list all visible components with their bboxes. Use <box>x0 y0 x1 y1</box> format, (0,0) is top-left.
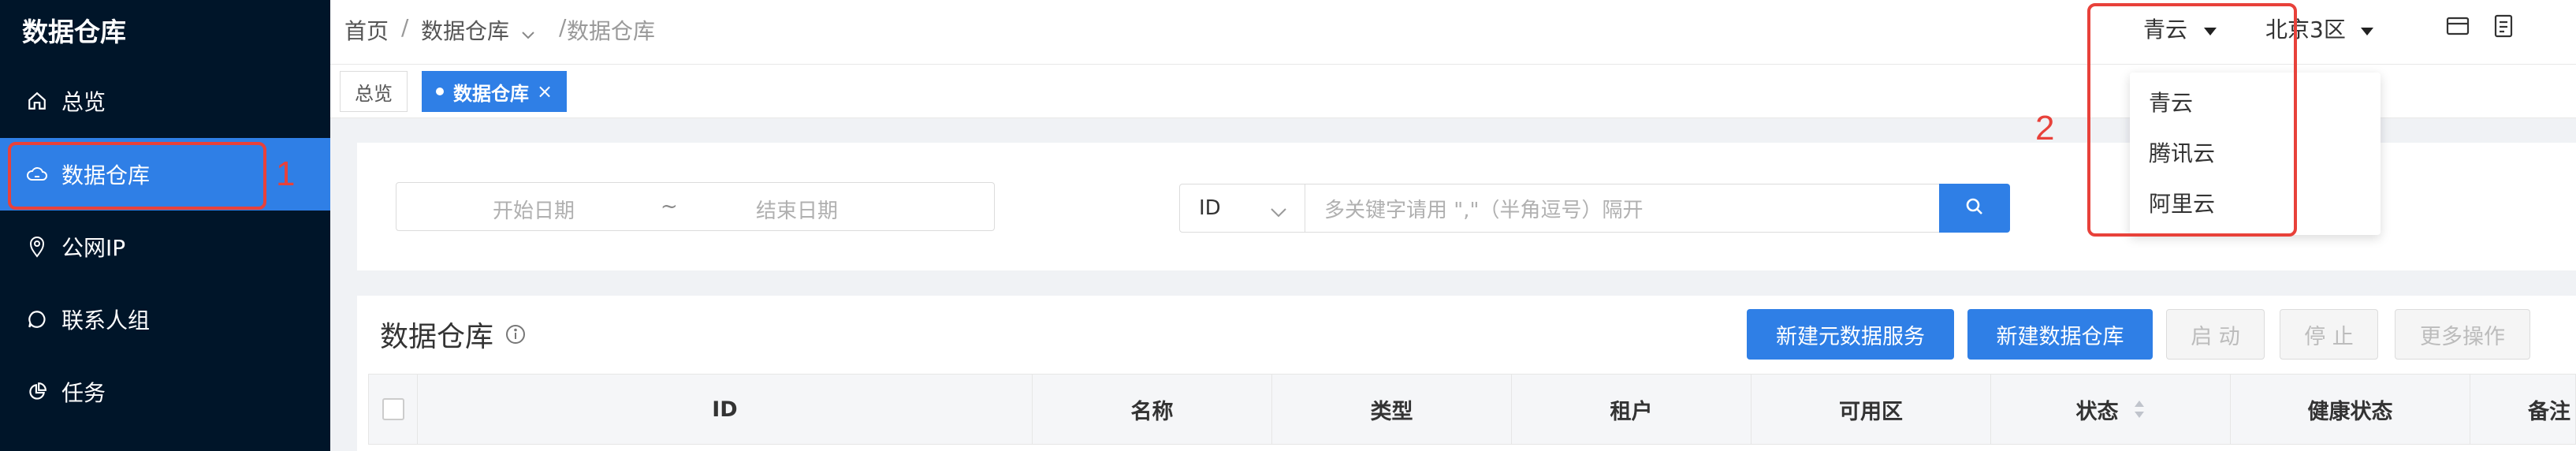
breadcrumb-data-warehouse[interactable]: 数据仓库 <box>421 14 535 46</box>
sidebar-item-label: 联系人组 <box>61 308 151 334</box>
more-actions-button[interactable]: 更多操作 <box>2395 309 2530 360</box>
section-title: 数据仓库 <box>380 314 527 355</box>
date-range-separator: ~ <box>661 195 678 218</box>
column-header-type[interactable]: 类型 <box>1272 375 1512 444</box>
breadcrumb-home[interactable]: 首页 <box>344 14 389 46</box>
stop-button[interactable]: 停 止 <box>2280 309 2378 360</box>
sidebar-item-tasks[interactable]: 任务 <box>0 356 330 428</box>
search-field-select[interactable]: ID <box>1179 184 1305 233</box>
sidebar: 数据仓库 总览 数据仓库 公网IP 联系人组 任务 <box>0 0 330 451</box>
sidebar-item-public-ip[interactable]: 公网IP <box>0 211 330 283</box>
end-date-placeholder[interactable]: 结束日期 <box>756 195 838 224</box>
tab-label: 数据仓库 <box>453 82 529 105</box>
tab-data-warehouse[interactable]: 数据仓库 × <box>422 71 568 112</box>
sidebar-item-overview[interactable]: 总览 <box>0 65 330 137</box>
breadcrumb-current: 数据仓库 <box>567 18 656 44</box>
keyword-search-placeholder: 多关键字请用 ","（半角逗号）隔开 <box>1324 198 1644 222</box>
caret-down-icon <box>2360 16 2374 42</box>
close-icon[interactable]: × <box>537 80 553 102</box>
select-all-checkbox[interactable] <box>382 398 404 420</box>
annotation-number-2: 2 <box>2035 109 2055 147</box>
sidebar-item-label: 总览 <box>61 89 106 115</box>
search-icon <box>1964 196 1986 221</box>
chat-icon <box>25 308 49 331</box>
sidebar-item-label: 公网IP <box>61 235 126 261</box>
start-date-placeholder[interactable]: 开始日期 <box>493 195 575 224</box>
chevron-down-icon <box>1270 200 1287 224</box>
card-icon[interactable] <box>2446 16 2470 39</box>
annotation-number-1: 1 <box>276 155 296 193</box>
document-icon[interactable] <box>2493 14 2514 41</box>
column-header-zone[interactable]: 可用区 <box>1751 375 1991 444</box>
keyword-search-input[interactable]: 多关键字请用 ","（半角逗号）隔开 <box>1305 184 1941 233</box>
annotation-box-2 <box>2087 3 2297 237</box>
app-title: 数据仓库 <box>22 17 126 47</box>
column-header-status-label: 状态 <box>2075 399 2119 424</box>
breadcrumb-mid-label: 数据仓库 <box>421 18 510 44</box>
sidebar-item-contact-groups[interactable]: 联系人组 <box>0 283 330 356</box>
column-header-name[interactable]: 名称 <box>1033 375 1272 444</box>
sort-icon[interactable] <box>2133 399 2146 419</box>
column-header-tenant[interactable]: 租户 <box>1512 375 1751 444</box>
column-header-health[interactable]: 健康状态 <box>2231 375 2470 444</box>
start-button[interactable]: 启 动 <box>2166 309 2265 360</box>
location-pin-icon <box>25 235 49 259</box>
search-button[interactable] <box>1939 184 2010 233</box>
column-header-status[interactable]: 状态 <box>1991 375 2231 444</box>
info-icon[interactable] <box>504 323 527 345</box>
column-header-remarks[interactable]: 备注 <box>2470 375 2576 444</box>
tab-overview[interactable]: 总览 <box>340 71 408 112</box>
home-icon <box>25 89 49 113</box>
dot-icon <box>436 88 444 95</box>
breadcrumb-separator: / <box>559 14 567 40</box>
chevron-down-icon <box>521 20 535 46</box>
column-header-id[interactable]: ID <box>418 375 1033 444</box>
search-field-select-value: ID <box>1199 196 1221 220</box>
sidebar-item-label: 任务 <box>61 380 106 406</box>
breadcrumb-separator: / <box>401 14 409 40</box>
select-all-cell <box>369 375 418 444</box>
annotation-box-1 <box>8 142 266 210</box>
new-data-warehouse-button[interactable]: 新建数据仓库 <box>1967 309 2153 360</box>
date-range-picker[interactable]: 开始日期 ~ 结束日期 <box>396 182 995 231</box>
new-metadata-service-button[interactable]: 新建元数据服务 <box>1747 309 1954 360</box>
pie-chart-icon <box>25 380 49 404</box>
section-title-text: 数据仓库 <box>380 321 494 353</box>
table-header: ID 名称 类型 租户 可用区 状态 健康状态 备注 <box>368 374 2576 445</box>
tab-label: 总览 <box>355 82 393 105</box>
